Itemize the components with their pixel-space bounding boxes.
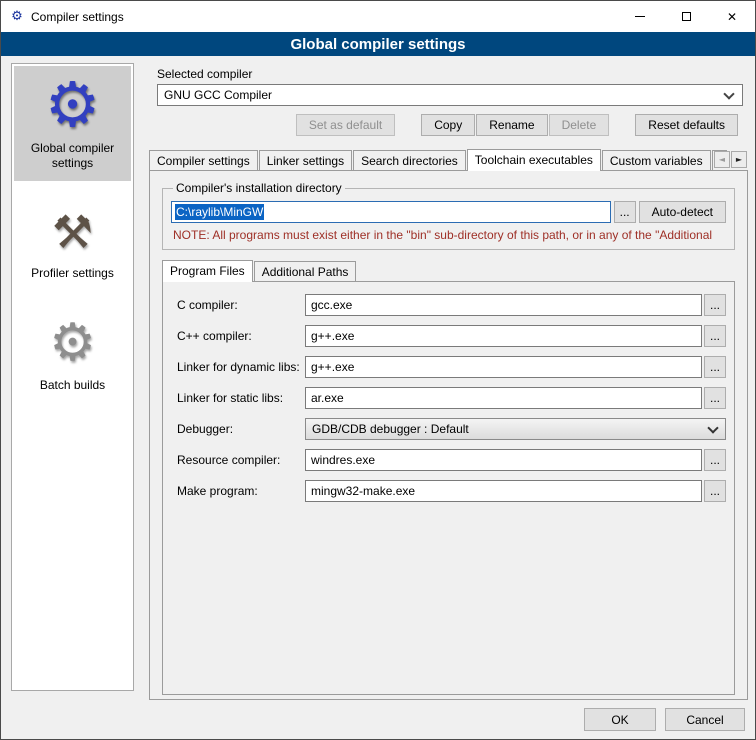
cpp-compiler-input[interactable]: g++.exe <box>305 325 702 347</box>
form-row-resource-compiler: Resource compiler: windres.exe ... <box>177 449 726 471</box>
program-files-panel: C compiler: gcc.exe ... C++ compiler: g+… <box>162 281 735 695</box>
debugger-select[interactable]: GDB/CDB debugger : Default <box>305 418 726 440</box>
install-dir-group: Compiler's installation directory C:\ray… <box>162 181 735 250</box>
c-compiler-browse-button[interactable]: ... <box>704 294 726 316</box>
arrow-left-icon: ◄ <box>719 156 725 164</box>
install-dir-value: C:\raylib\MinGW <box>175 204 264 220</box>
dialog-header: Global compiler settings <box>1 32 755 56</box>
chevron-down-icon <box>707 422 718 433</box>
form-row-make-program: Make program: mingw32-make.exe ... <box>177 480 726 502</box>
resource-compiler-browse-button[interactable]: ... <box>704 449 726 471</box>
tab-custom-variables[interactable]: Custom variables <box>602 150 711 170</box>
install-dir-input[interactable]: C:\raylib\MinGW <box>171 201 611 223</box>
gear-icon: ⚙ <box>45 74 101 136</box>
minimize-icon <box>635 16 645 17</box>
tab-compiler-settings[interactable]: Compiler settings <box>149 150 258 170</box>
copy-button[interactable]: Copy <box>421 114 475 136</box>
gear-icon: ⚙ <box>49 317 96 369</box>
sidebar: ⚙ Global compiler settings ⚒ Profiler se… <box>11 63 134 691</box>
close-icon: ✕ <box>727 11 737 23</box>
field-label: Resource compiler: <box>177 453 305 467</box>
dynamic-linker-browse-button[interactable]: ... <box>704 356 726 378</box>
c-compiler-input[interactable]: gcc.exe <box>305 294 702 316</box>
tabstrip: Compiler settings Linker settings Search… <box>149 148 748 170</box>
install-dir-note: NOTE: All programs must exist either in … <box>173 228 726 242</box>
cancel-button[interactable]: Cancel <box>665 708 745 731</box>
compiler-settings-window: ⚙ Compiler settings ✕ Global compiler se… <box>0 0 756 740</box>
app-icon: ⚙ <box>9 9 25 25</box>
resource-compiler-input[interactable]: windres.exe <box>305 449 702 471</box>
form-row-debugger: Debugger: GDB/CDB debugger : Default <box>177 418 726 440</box>
sidebar-item-label: Global compiler settings <box>16 141 129 171</box>
make-program-input[interactable]: mingw32-make.exe <box>305 480 702 502</box>
field-label: Debugger: <box>177 422 305 436</box>
compiler-select[interactable]: GNU GCC Compiler <box>157 84 743 106</box>
chevron-down-icon <box>723 88 734 99</box>
sidebar-item-global-compiler-settings[interactable]: ⚙ Global compiler settings <box>14 66 131 181</box>
rename-button[interactable]: Rename <box>476 114 547 136</box>
titlebar: ⚙ Compiler settings ✕ <box>1 1 755 32</box>
cpp-compiler-value: g++.exe <box>311 329 354 343</box>
sidebar-item-label: Batch builds <box>40 378 105 393</box>
tab-scroll-left-button[interactable]: ◄ <box>714 151 730 168</box>
tab-scroll-right-button[interactable]: ► <box>731 151 747 168</box>
arrow-right-icon: ► <box>736 156 742 164</box>
field-label: Linker for static libs: <box>177 391 305 405</box>
maximize-button[interactable] <box>663 1 709 32</box>
install-dir-row: C:\raylib\MinGW ... Auto-detect <box>171 201 726 223</box>
toolchain-executables-panel: Compiler's installation directory C:\ray… <box>149 170 748 700</box>
ok-button[interactable]: OK <box>584 708 656 731</box>
dynamic-linker-value: g++.exe <box>311 360 354 374</box>
field-label: C compiler: <box>177 298 305 312</box>
dialog-header-title: Global compiler settings <box>290 36 465 53</box>
debugger-select-value: GDB/CDB debugger : Default <box>312 422 469 436</box>
sidebar-item-label: Profiler settings <box>31 266 114 281</box>
subtab-program-files[interactable]: Program Files <box>162 260 253 282</box>
selected-compiler-label: Selected compiler <box>157 67 748 81</box>
delete-button[interactable]: Delete <box>549 114 610 136</box>
close-button[interactable]: ✕ <box>709 1 755 32</box>
field-label: Linker for dynamic libs: <box>177 360 305 374</box>
dynamic-linker-input[interactable]: g++.exe <box>305 356 702 378</box>
form-row-c-compiler: C compiler: gcc.exe ... <box>177 294 726 316</box>
compiler-select-value: GNU GCC Compiler <box>164 88 272 102</box>
sidebar-item-batch-builds[interactable]: ⚙ Batch builds <box>14 305 131 403</box>
window-controls: ✕ <box>617 1 755 32</box>
c-compiler-value: gcc.exe <box>311 298 352 312</box>
compiler-buttons-row: Set as default Copy Rename Delete Reset … <box>149 114 738 136</box>
cpp-compiler-browse-button[interactable]: ... <box>704 325 726 347</box>
tab-scroll-controls: ◄ ► <box>713 151 747 168</box>
dialog-footer: OK Cancel <box>575 708 745 731</box>
tab-search-directories[interactable]: Search directories <box>353 150 466 170</box>
field-label: C++ compiler: <box>177 329 305 343</box>
resource-compiler-value: windres.exe <box>311 453 375 467</box>
auto-detect-button[interactable]: Auto-detect <box>639 201 726 223</box>
maximize-icon <box>682 12 691 21</box>
main-panel: Selected compiler GNU GCC Compiler Set a… <box>149 61 748 700</box>
form-row-cpp-compiler: C++ compiler: g++.exe ... <box>177 325 726 347</box>
field-label: Make program: <box>177 484 305 498</box>
reset-defaults-button[interactable]: Reset defaults <box>635 114 738 136</box>
make-program-browse-button[interactable]: ... <box>704 480 726 502</box>
set-as-default-button[interactable]: Set as default <box>296 114 395 136</box>
subtab-additional-paths[interactable]: Additional Paths <box>254 261 357 281</box>
install-dir-browse-button[interactable]: ... <box>614 201 636 223</box>
make-program-value: mingw32-make.exe <box>311 484 415 498</box>
window-title: Compiler settings <box>31 10 124 24</box>
sidebar-item-profiler-settings[interactable]: ⚒ Profiler settings <box>14 195 131 291</box>
subtabstrip: Program Files Additional Paths <box>162 260 747 281</box>
tab-toolchain-executables[interactable]: Toolchain executables <box>467 149 601 171</box>
form-row-dynamic-linker: Linker for dynamic libs: g++.exe ... <box>177 356 726 378</box>
static-linker-input[interactable]: ar.exe <box>305 387 702 409</box>
static-linker-value: ar.exe <box>311 391 344 405</box>
static-linker-browse-button[interactable]: ... <box>704 387 726 409</box>
form-row-static-linker: Linker for static libs: ar.exe ... <box>177 387 726 409</box>
profiler-tool-icon: ⚒ <box>52 209 93 255</box>
minimize-button[interactable] <box>617 1 663 32</box>
install-dir-group-title: Compiler's installation directory <box>173 181 345 195</box>
app-gear-icon: ⚙ <box>11 10 23 23</box>
tab-linker-settings[interactable]: Linker settings <box>259 150 352 170</box>
